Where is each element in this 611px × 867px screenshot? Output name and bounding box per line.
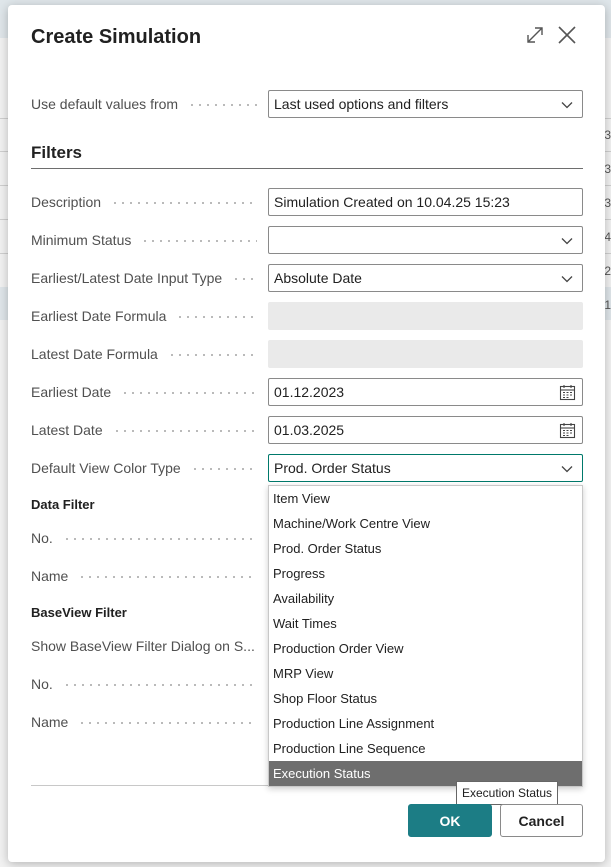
latest-date-formula-input [268, 340, 583, 368]
color-type-select[interactable]: Prod. Order Status [268, 454, 583, 482]
background-cell: 4 [604, 230, 611, 244]
dropdown-option[interactable]: Wait Times [269, 611, 582, 636]
dropdown-option[interactable]: Progress [269, 561, 582, 586]
earliest-date-formula-input [268, 302, 583, 330]
section-divider [31, 168, 583, 169]
expand-icon[interactable] [524, 24, 546, 46]
description-input[interactable]: Simulation Created on 10.04.25 15:23 [268, 188, 583, 216]
baseview-show-dialog-label: Show BaseView Filter Dialog on S... [31, 638, 255, 654]
create-simulation-dialog: Create Simulation Use default values fro… [8, 5, 605, 862]
dropdown-option[interactable]: Production Line Assignment [269, 711, 582, 736]
cancel-button[interactable]: Cancel [500, 804, 583, 837]
date-input-type-label: Earliest/Latest Date Input Type [31, 264, 261, 292]
earliest-date-formula-label: Earliest Date Formula [31, 302, 261, 330]
dropdown-option[interactable]: Item View [269, 486, 582, 511]
earliest-date-label: Earliest Date [31, 378, 261, 406]
chevron-down-icon [561, 102, 573, 109]
latest-date-formula-label: Latest Date Formula [31, 340, 261, 368]
minimum-status-select[interactable] [268, 226, 583, 254]
default-values-label: Use default values from [31, 90, 261, 118]
dropdown-option[interactable]: Production Order View [269, 636, 582, 661]
background-cell: 3 [604, 128, 611, 142]
chevron-down-icon [561, 276, 573, 283]
color-type-dropdown[interactable]: Item View Machine/Work Centre View Prod.… [268, 485, 583, 787]
data-filter-no-label: No. [31, 524, 261, 552]
description-label: Description [31, 188, 261, 216]
date-input-type-select[interactable]: Absolute Date [268, 264, 583, 292]
dropdown-option[interactable]: MRP View [269, 661, 582, 686]
ok-button[interactable]: OK [408, 804, 492, 837]
baseview-no-label: No. [31, 670, 261, 698]
chevron-down-icon [561, 466, 573, 473]
minimum-status-label: Minimum Status [31, 226, 261, 254]
background-cell: 2 [604, 264, 611, 278]
dropdown-option[interactable]: Machine/Work Centre View [269, 511, 582, 536]
background-cell: 3 [604, 196, 611, 210]
dialog-title: Create Simulation [31, 26, 202, 48]
data-filter-name-label: Name [31, 562, 261, 590]
close-icon[interactable] [556, 24, 578, 46]
tooltip: Execution Status [456, 781, 558, 805]
dropdown-option[interactable]: Production Line Sequence [269, 736, 582, 761]
latest-date-input[interactable]: 01.03.2025 [268, 416, 583, 444]
calendar-icon[interactable] [559, 422, 576, 439]
earliest-date-input[interactable]: 01.12.2023 [268, 378, 583, 406]
dropdown-option[interactable]: Prod. Order Status [269, 536, 582, 561]
calendar-icon[interactable] [559, 384, 576, 401]
color-type-label: Default View Color Type [31, 454, 261, 482]
dropdown-option[interactable]: Shop Floor Status [269, 686, 582, 711]
filters-section-title[interactable]: Filters [31, 143, 82, 163]
baseview-name-label: Name [31, 708, 261, 736]
latest-date-label: Latest Date [31, 416, 261, 444]
background-cell: 1 [604, 298, 611, 312]
dropdown-option[interactable]: Availability [269, 586, 582, 611]
background-cell: 3 [604, 162, 611, 176]
data-filter-title: Data Filter [31, 497, 95, 512]
chevron-down-icon [561, 238, 573, 245]
default-values-select[interactable]: Last used options and filters [268, 90, 583, 118]
baseview-filter-title: BaseView Filter [31, 605, 127, 620]
